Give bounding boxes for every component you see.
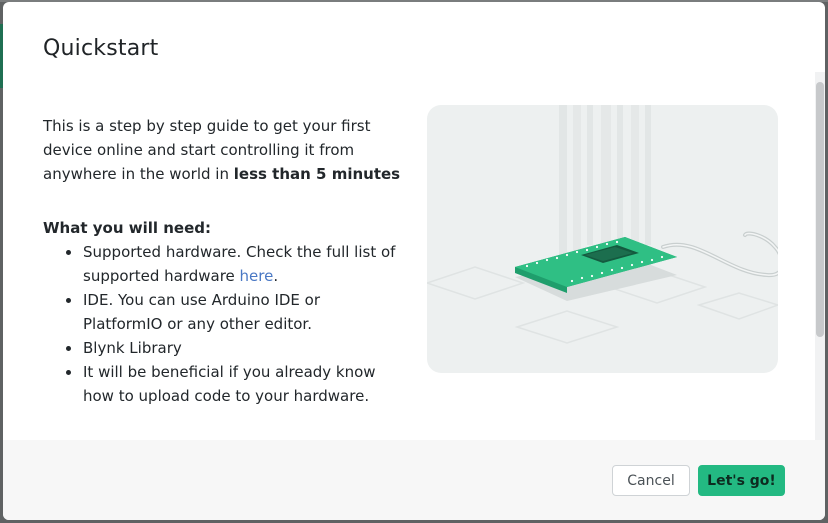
dialog-title: Quickstart: [43, 36, 159, 61]
hardware-list-link[interactable]: here: [240, 267, 274, 285]
intro-paragraph: This is a step by step guide to get your…: [43, 114, 403, 186]
dialog-content: This is a step by step guide to get your…: [43, 114, 403, 408]
dialog-scrollbar-thumb[interactable]: [816, 82, 824, 337]
intro-bold-text: less than 5 minutes: [233, 165, 401, 183]
requirement-suffix: .: [273, 267, 279, 285]
requirements-list: Supported hardware. Check the full list …: [43, 240, 403, 408]
quickstart-dialog: Quickstart This is a step by step guide …: [3, 2, 825, 520]
lets-go-button[interactable]: Let's go!: [698, 465, 785, 496]
requirement-ide: IDE. You can use Arduino IDE or Platform…: [66, 288, 403, 336]
requirement-library: Blynk Library: [66, 336, 403, 360]
requirement-text: IDE. You can use Arduino IDE or Platform…: [83, 291, 321, 333]
hardware-board-illustration: [427, 105, 778, 373]
requirement-knowledge: It will be beneficial if you already kno…: [66, 360, 403, 408]
requirements-heading: What you will need:: [43, 219, 211, 237]
cancel-button[interactable]: Cancel: [612, 465, 690, 496]
board-illustration-svg: [427, 105, 778, 344]
requirement-text: It will be beneficial if you already kno…: [83, 363, 376, 405]
requirement-hardware: Supported hardware. Check the full list …: [66, 240, 403, 288]
requirement-text: Blynk Library: [83, 339, 182, 357]
dialog-footer: Cancel Let's go!: [3, 440, 825, 520]
